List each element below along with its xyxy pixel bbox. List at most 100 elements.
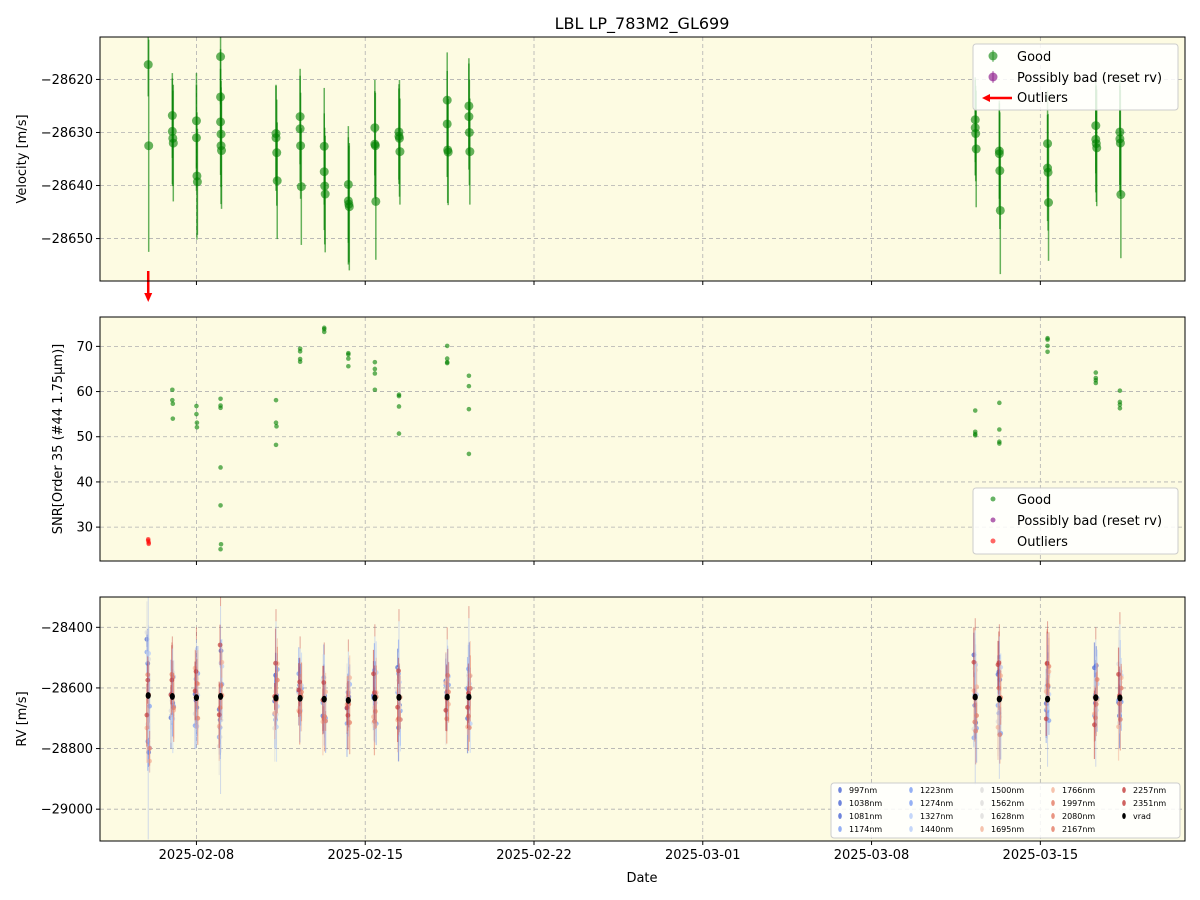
snr-legend-good-label: Good	[1017, 493, 1051, 508]
velocity-point	[192, 177, 202, 187]
snr-point	[218, 405, 223, 411]
vrad-point	[466, 693, 472, 701]
vrad-point	[169, 693, 175, 700]
rv-legend-label: 2167nm	[1062, 825, 1095, 834]
rv-legend-label: 1766nm	[1062, 786, 1095, 795]
rv-legend-marker	[980, 787, 984, 793]
rv-legend-label: 2351nm	[1133, 799, 1166, 808]
snr-point	[372, 359, 378, 365]
velocity-point	[1044, 197, 1054, 207]
velocity-point	[995, 205, 1005, 215]
snr-point	[466, 373, 472, 379]
vrad-point	[145, 692, 151, 699]
velocity-point	[1092, 143, 1102, 153]
rv-legend-label: 2257nm	[1133, 786, 1166, 795]
rv-legend-marker	[909, 787, 913, 793]
rv-legend-marker	[980, 826, 984, 832]
velocity-point	[371, 196, 381, 206]
snr-point	[194, 424, 200, 430]
y-tick-label: −28640	[41, 179, 93, 194]
rv-legend-marker	[909, 826, 913, 832]
snr-point	[396, 404, 402, 409]
snr-point	[466, 383, 472, 389]
rv-legend-label: 1562nm	[991, 799, 1024, 808]
vrad-point	[217, 693, 224, 700]
x-tick-label: 2025-02-15	[327, 848, 403, 863]
x-tick-label: 2025-03-15	[1003, 848, 1079, 863]
rv-legend-marker	[838, 813, 842, 819]
velocity-point	[296, 182, 306, 192]
y-tick-label: −28630	[41, 126, 93, 141]
rv-legend-label: 997nm	[849, 786, 877, 795]
snr-point	[218, 465, 223, 470]
y-tick-label: −28620	[41, 73, 93, 88]
velocity-point	[395, 147, 405, 157]
y-tick-label: −28650	[41, 232, 93, 247]
rv-legend-marker	[980, 813, 984, 819]
vrad-point	[273, 694, 279, 702]
snr-point	[372, 387, 378, 393]
rv-legend-marker	[909, 800, 913, 806]
snr-legend-bad-marker	[990, 517, 996, 523]
figure-title: LBL LP_783M2_GL699	[555, 14, 730, 34]
vrad-point	[321, 695, 327, 703]
rv-legend-label: 1038nm	[849, 799, 882, 808]
y-tick-label: −28400	[41, 621, 93, 636]
y-tick-label: 40	[76, 475, 93, 490]
snr-point	[170, 387, 175, 393]
x-tick-label: 2025-02-22	[496, 848, 572, 863]
snr-point	[297, 349, 303, 354]
y-tick-label: 50	[76, 430, 93, 445]
rv-ylabel: RV [m/s]	[15, 691, 30, 746]
snr-point	[466, 451, 472, 457]
rv-legend-marker	[1051, 787, 1055, 793]
snr-point	[218, 546, 223, 552]
rv-legend-label: 1327nm	[920, 812, 953, 821]
rv-legend-marker	[838, 800, 842, 806]
y-tick-label: 70	[76, 340, 93, 355]
velocity-point	[144, 141, 154, 151]
velocity-ylabel: Velocity [m/s]	[15, 114, 30, 203]
rv-legend-marker	[838, 787, 842, 793]
vrad-point	[297, 694, 303, 702]
x-tick-label: 2025-03-08	[834, 848, 910, 863]
snr-point	[372, 371, 378, 376]
vrad-point	[972, 693, 978, 701]
vrad-point	[1044, 695, 1051, 703]
velocity-point	[1116, 190, 1126, 200]
snr-point	[972, 408, 978, 413]
snr-point	[1045, 343, 1050, 349]
velocity-point	[443, 147, 453, 157]
snr-point	[1117, 405, 1123, 411]
snr-legend-good-marker	[990, 496, 996, 502]
snr-point	[194, 403, 199, 409]
rv-legend-marker	[1122, 813, 1126, 819]
snr-point	[346, 352, 351, 357]
snr-point	[1045, 337, 1050, 342]
snr-point	[170, 416, 176, 421]
velocity-legend: Good Possibly bad (reset rv) Outliers	[972, 43, 1179, 111]
rv-legend-marker	[1051, 813, 1055, 819]
vrad-point	[1093, 694, 1099, 702]
snr-point	[1093, 370, 1099, 375]
legend-bad-label: Possibly bad (reset rv)	[1017, 71, 1162, 86]
rv-legend-label: 1223nm	[920, 786, 953, 795]
snr-legend-outlier-marker	[990, 538, 996, 544]
rv-legend-label: 1500nm	[991, 786, 1024, 795]
snr-point	[218, 396, 223, 402]
snr-legend-outlier-label: Outliers	[1017, 535, 1068, 550]
snr-point	[396, 431, 402, 436]
snr-point	[346, 363, 351, 369]
legend-outlier-label: Outliers	[1017, 91, 1068, 106]
velocity-point	[971, 144, 981, 154]
snr-point	[273, 442, 279, 448]
vrad-point	[345, 696, 351, 704]
vrad-point	[1117, 694, 1123, 702]
rv-legend-marker	[1122, 800, 1126, 806]
vrad-point	[996, 695, 1002, 703]
rv-legend-marker	[909, 813, 913, 819]
snr-point	[194, 411, 199, 417]
velocity-point	[272, 176, 282, 186]
rv-legend-marker	[1122, 787, 1126, 793]
snr-point	[444, 360, 450, 366]
